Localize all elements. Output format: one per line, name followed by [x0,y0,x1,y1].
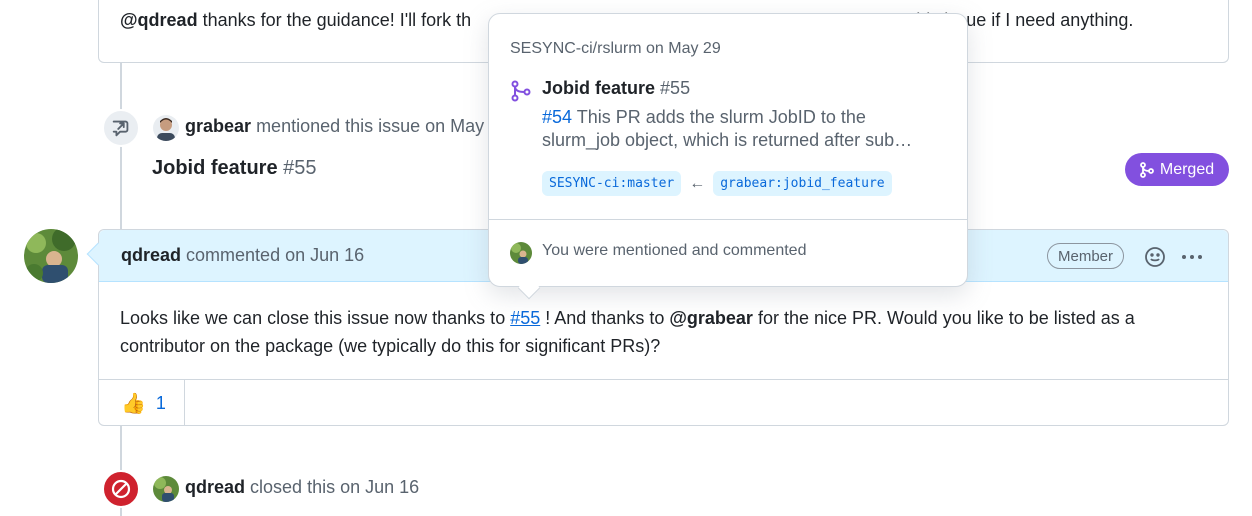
hovercard-repo-line: SESYNC-ci/rslurm on May 29 [510,40,721,58]
thumbs-up-icon: 👍 [121,392,146,415]
smiley-icon [1145,247,1165,267]
reaction-thumbs-up[interactable]: 👍 1 [99,380,185,426]
head-branch[interactable]: grabear:jobid_feature [713,171,892,196]
left-arrow-icon: ← [689,174,706,192]
pr-hovercard: SESYNC-ci/rslurm on May 29 Jobid feature… [488,13,968,300]
reactions-bar: 👍 1 [99,379,1228,426]
hovercard-branches: SESYNC-ci:master ← grabear:jobid_feature [542,171,892,196]
reference-event-text: grabear mentioned this issue on May [185,116,485,136]
actor-qdread[interactable]: qdread [185,477,245,497]
merged-status-badge: Merged [1125,153,1229,186]
avatar-qdread[interactable] [24,229,78,283]
git-merge-icon [1139,161,1154,178]
hovercard-divider [489,219,967,220]
hovercard-avatar [510,242,532,264]
mention-qdread[interactable]: @qdread [120,10,198,30]
comment-author-line: qdread commented on Jun 16 [121,245,364,266]
cross-reference-icon [112,120,129,137]
hovercard-desc-ref[interactable]: #54 [542,107,572,127]
hovercard-description: #54 This PR adds the slurm JobID to the … [542,107,913,150]
avatar-grabear[interactable] [153,115,179,141]
kebab-horizontal-icon [1182,255,1202,259]
comment-timestamp[interactable]: commented on Jun 16 [186,245,364,265]
base-branch[interactable]: SESYNC-ci:master [542,171,682,196]
closed-event-text: qdread closed this on Jun 16 [185,477,420,497]
actor-grabear[interactable]: grabear [185,116,251,136]
hovercard-date: on May 29 [646,40,721,57]
comment-author[interactable]: qdread [121,245,181,265]
reaction-count: 1 [155,392,166,413]
avatar-qdread-small[interactable] [153,476,179,502]
git-merge-icon [511,80,531,102]
hovercard-repo[interactable]: SESYNC-ci/rslurm [510,40,642,57]
hovercard-footer: You were mentioned and commented [542,242,807,259]
member-role-badge: Member [1047,243,1125,269]
comment-body: Looks like we can close this issue now t… [120,308,1135,356]
hovercard-title[interactable]: Jobid feature #55 [542,78,690,99]
comment-options-button[interactable] [1177,244,1207,270]
linked-pr-title[interactable]: Jobid feature #55 [152,157,317,180]
circle-slash-icon [111,479,131,499]
pr-link-55[interactable]: #55 [510,308,540,328]
cross-reference-badge [102,109,140,147]
add-reaction-button[interactable] [1142,244,1168,270]
mention-grabear[interactable]: @grabear [669,308,753,328]
closed-badge [102,470,140,508]
